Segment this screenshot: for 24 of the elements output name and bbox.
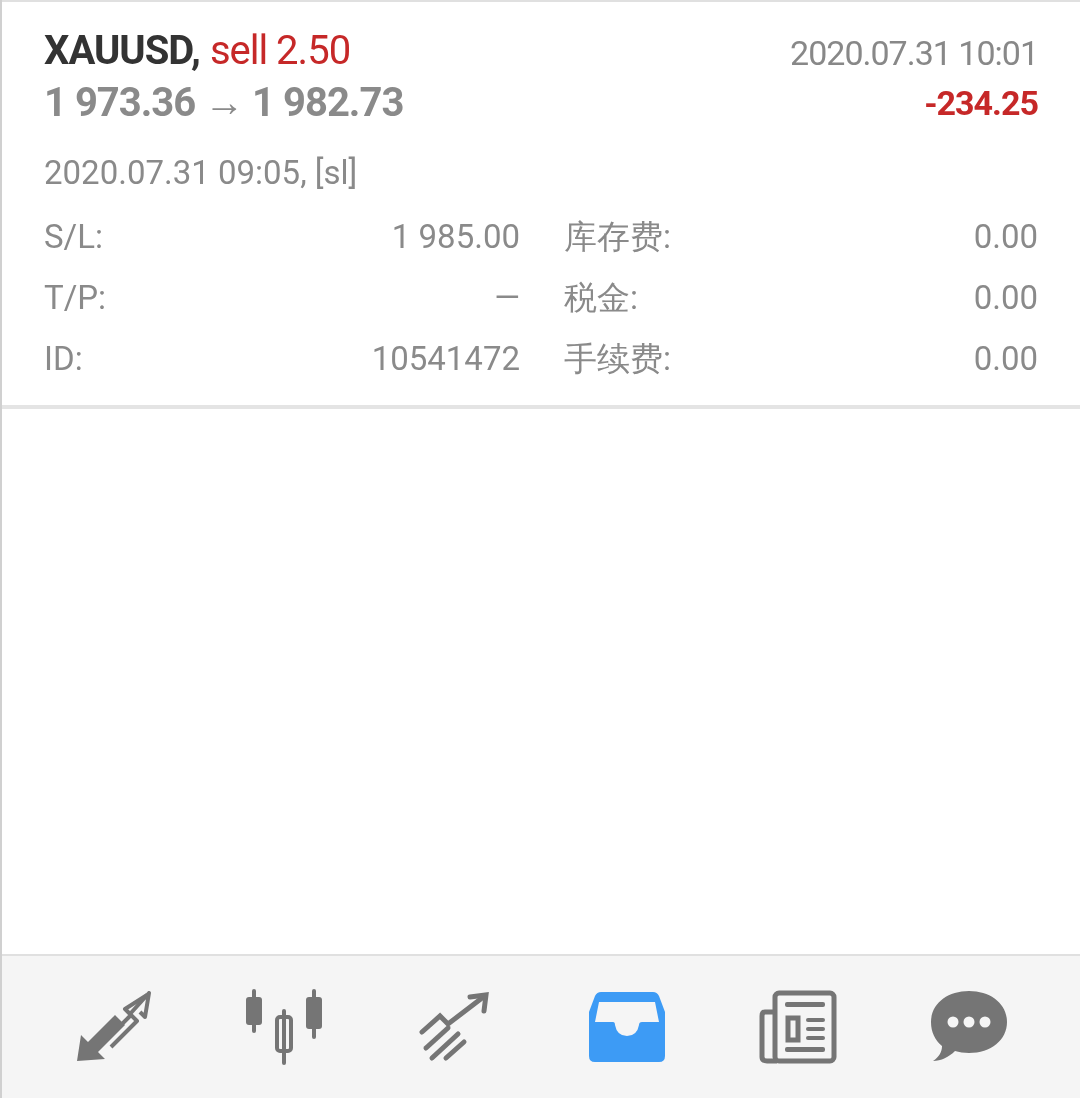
order-side: sell 2.50	[209, 26, 351, 76]
open-time: 2020.07.31 09:05, [sl]	[44, 152, 359, 194]
field-value: 0.00	[973, 337, 1038, 380]
field-value: —	[494, 276, 520, 319]
field-value: 10541472	[371, 337, 520, 380]
profit: -234.25	[924, 82, 1038, 125]
newspaper-icon	[759, 990, 837, 1064]
field-value: 0.00	[973, 276, 1038, 319]
chat-bubble-icon	[931, 991, 1008, 1063]
field-label: 税金:	[564, 276, 638, 319]
inbox-tray-icon	[588, 992, 665, 1062]
price-range: 1 973.36 → 1 982.73	[44, 78, 404, 128]
close-time: 2020.07.31 10:01	[790, 32, 1038, 75]
field-label: ID:	[44, 337, 83, 380]
arrows-icon	[74, 991, 151, 1063]
field-label: 库存费:	[564, 215, 671, 258]
candlestick-icon	[245, 989, 323, 1065]
symbol: XAUUSD,	[44, 26, 200, 76]
field-label: S/L:	[44, 215, 103, 258]
field-value: 1 985.00	[391, 215, 520, 258]
trade-card[interactable]: XAUUSD, sell 2.50 2020.07.31 10:01 1 973.36 → 1 982.73 -234.25 2020.07.31 09:05, [sl] S/L: 1 985.00 库存费: 0.00 T/P: — 税金: 0.00 ID: 10541472 手续费: 0.00	[2, 0, 1080, 409]
field-value: 0.00	[973, 215, 1038, 258]
field-label: T/P:	[44, 276, 107, 319]
field-label: 手续费:	[564, 337, 671, 380]
